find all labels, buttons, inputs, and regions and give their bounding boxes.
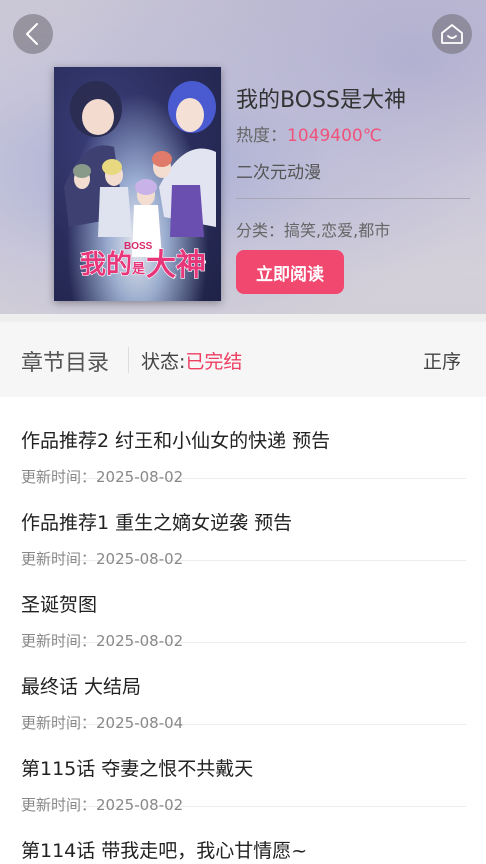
back-button[interactable]	[13, 14, 53, 54]
chapter-item[interactable]: 第115话 夺妻之恨不共戴天 更新时间：2025-08-02	[21, 725, 466, 814]
heat-label: 热度：	[236, 126, 287, 146]
svg-text:大神: 大神	[146, 249, 206, 282]
chapter-item[interactable]: 最终话 大结局 更新时间：2025-08-04	[21, 643, 466, 732]
sort-order-toggle[interactable]: 正序	[423, 347, 461, 374]
toc-separator	[128, 347, 129, 373]
status-value: 已完结	[185, 351, 243, 373]
chapter-name: 作品推荐2 纣王和小仙女的快递 预告	[21, 430, 331, 452]
chapter-directory-title: 章节目录	[21, 351, 110, 376]
comic-title: 我的BOSS是大神	[236, 88, 406, 113]
cover-illustration: BOSS 我的 是 大神	[64, 81, 216, 283]
heat-value: 1049400℃	[287, 126, 382, 146]
chevron-left-icon	[26, 23, 38, 45]
chapter-item[interactable]: 圣诞贺图 更新时间：2025-08-02	[21, 561, 466, 650]
info-divider	[236, 198, 470, 199]
category-label: 分类：	[236, 221, 285, 240]
comic-category: 分类：搞笑,恋爱,都市	[236, 217, 390, 241]
serial-status: 状态:已完结	[141, 347, 242, 374]
home-icon	[441, 24, 463, 44]
read-now-button[interactable]: 立即阅读	[236, 250, 344, 294]
chapter-directory-header: 章节目录 状态:已完结 正序	[0, 322, 486, 397]
svg-text:我的: 我的	[80, 249, 132, 279]
comic-header: BOSS 我的 是 大神 我的BOSS是大神 热度：1049400℃ 二次元动漫…	[0, 0, 486, 314]
heat-info: 热度：1049400℃	[236, 121, 382, 146]
chapter-item[interactable]: 作品推荐2 纣王和小仙女的快递 预告 更新时间：2025-08-02	[21, 397, 466, 486]
chapter-name: 作品推荐1 重生之嫡女逆袭 预告	[21, 512, 293, 534]
comic-detail-page: BOSS 我的 是 大神 我的BOSS是大神 热度：1049400℃ 二次元动漫…	[0, 0, 486, 864]
chapter-name: 圣诞贺图	[21, 594, 98, 616]
status-label: 状态:	[141, 351, 186, 373]
chapter-list: 作品推荐2 纣王和小仙女的快递 预告 更新时间：2025-08-02 作品推荐1…	[0, 397, 486, 864]
chapter-item[interactable]: 作品推荐1 重生之嫡女逆袭 预告 更新时间：2025-08-02	[21, 479, 466, 568]
section-gap	[0, 314, 486, 322]
chapter-name: 第115话 夺妻之恨不共戴天	[21, 758, 254, 780]
comic-cover[interactable]: BOSS 我的 是 大神	[54, 67, 221, 301]
chapter-item[interactable]: 第114话 带我走吧，我心甘情愿~	[21, 807, 466, 864]
svg-text:是: 是	[131, 261, 146, 276]
chapter-name: 最终话 大结局	[21, 676, 142, 698]
chapter-name: 第114话 带我走吧，我心甘情愿~	[21, 840, 308, 862]
category-value: 搞笑,恋爱,都市	[284, 221, 391, 240]
cover-logo: BOSS 我的 是 大神	[79, 241, 206, 283]
home-button[interactable]	[432, 14, 472, 54]
comic-genre: 二次元动漫	[236, 163, 321, 183]
